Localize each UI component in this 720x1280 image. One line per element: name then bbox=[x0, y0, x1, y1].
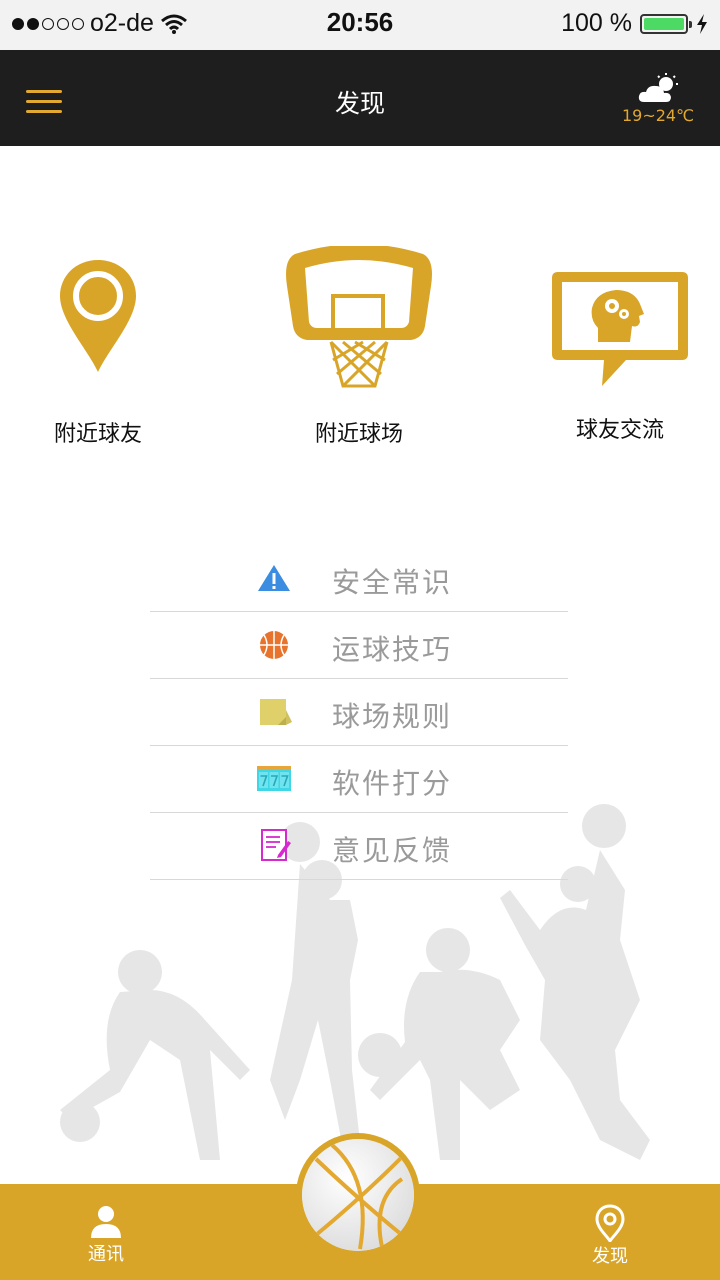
menu-item-safety[interactable]: 安全常识 bbox=[150, 545, 568, 612]
menu-item-label: 意见反馈 bbox=[332, 834, 453, 867]
discover-menu-list: 安全常识 运球技巧 球场规则 软件打分 意见反馈 bbox=[150, 545, 568, 880]
menu-item-dribbling[interactable]: 运球技巧 bbox=[150, 612, 568, 679]
feedback-form-icon bbox=[261, 829, 291, 861]
menu-item-rate-app[interactable]: 软件打分 bbox=[150, 746, 568, 813]
menu-item-feedback[interactable]: 意见反馈 bbox=[150, 813, 568, 880]
slot-777-icon bbox=[257, 766, 291, 791]
basketball-icon bbox=[260, 631, 288, 659]
weather-widget[interactable]: 19~24℃ bbox=[618, 72, 698, 125]
menu-item-court-rules[interactable]: 球场规则 bbox=[150, 679, 568, 746]
menu-item-label: 球场规则 bbox=[332, 700, 453, 733]
page-title: 发现 bbox=[334, 89, 385, 118]
charging-bolt-icon bbox=[697, 13, 707, 34]
battery-group: 100 % bbox=[561, 9, 708, 38]
map-pin-icon bbox=[60, 260, 136, 372]
feature-nearby-courts[interactable]: 附近球场 bbox=[284, 244, 434, 448]
tab-label: 发现 bbox=[592, 1246, 628, 1267]
head-gears-chat-icon bbox=[552, 272, 688, 386]
partly-cloudy-icon bbox=[638, 73, 678, 102]
location-pin-icon bbox=[595, 1204, 625, 1242]
tab-contacts[interactable]: 通讯 bbox=[70, 1204, 142, 1266]
menu-item-label: 安全常识 bbox=[332, 566, 453, 599]
feature-label: 附近球友 bbox=[53, 422, 142, 447]
person-icon bbox=[91, 1206, 121, 1238]
status-bar: o2-de 20:56 100 % bbox=[0, 0, 720, 50]
feature-player-chat[interactable]: 球友交流 bbox=[534, 270, 706, 444]
feature-nearby-players[interactable]: 附近球友 bbox=[28, 258, 168, 448]
center-basketball-button[interactable] bbox=[296, 1133, 420, 1257]
basketball-hoop-icon bbox=[286, 244, 432, 388]
tab-label: 通讯 bbox=[88, 1244, 124, 1265]
menu-item-label: 软件打分 bbox=[332, 767, 453, 800]
tab-discover[interactable]: 发现 bbox=[574, 1204, 646, 1268]
note-icon bbox=[260, 699, 292, 725]
menu-item-label: 运球技巧 bbox=[332, 633, 453, 666]
basketball-icon bbox=[302, 1139, 414, 1251]
warning-icon bbox=[258, 565, 290, 591]
top-navigation-bar: 发现 19~24℃ bbox=[0, 50, 720, 146]
battery-percent: 100 % bbox=[561, 9, 632, 37]
feature-label: 附近球场 bbox=[314, 422, 403, 447]
temperature-range: 19~24℃ bbox=[621, 106, 695, 125]
feature-label: 球友交流 bbox=[575, 418, 664, 443]
battery-icon bbox=[640, 13, 692, 34]
